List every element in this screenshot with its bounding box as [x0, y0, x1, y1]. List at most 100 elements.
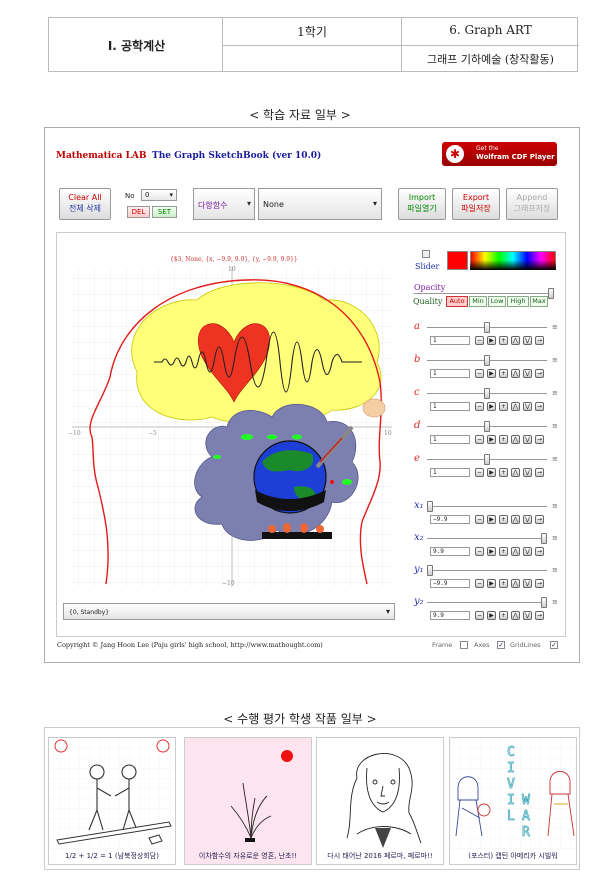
expand-icon[interactable]: ≡: [552, 422, 558, 430]
arrow-right-icon[interactable]: →: [535, 435, 544, 444]
play-icon[interactable]: ▶: [487, 435, 496, 444]
down-icon[interactable]: ⋁: [523, 515, 532, 524]
param-value-field[interactable]: 1: [430, 336, 470, 345]
param-slider-thumb[interactable]: [484, 355, 490, 366]
plus-icon[interactable]: +: [499, 402, 508, 411]
expand-icon[interactable]: ≡: [552, 455, 558, 463]
up-icon[interactable]: ⋀: [511, 515, 520, 524]
minus-icon[interactable]: −: [475, 336, 484, 345]
play-icon[interactable]: ▶: [487, 468, 496, 477]
minus-icon[interactable]: −: [475, 369, 484, 378]
opacity-slider[interactable]: [414, 293, 554, 294]
play-icon[interactable]: ▶: [487, 515, 496, 524]
arrow-right-icon[interactable]: →: [535, 369, 544, 378]
expand-icon[interactable]: ≡: [552, 389, 558, 397]
minus-icon[interactable]: −: [475, 579, 484, 588]
range-value-field[interactable]: 9.9: [430, 547, 470, 556]
range-slider-thumb[interactable]: [541, 597, 547, 608]
param-value-field[interactable]: 1: [430, 468, 470, 477]
set-button[interactable]: SET: [152, 206, 177, 218]
range-value-field[interactable]: 9.9: [430, 611, 470, 620]
down-icon[interactable]: ⋁: [523, 611, 532, 620]
expand-icon[interactable]: ≡: [552, 502, 558, 510]
minus-icon[interactable]: −: [475, 402, 484, 411]
expand-icon[interactable]: ≡: [552, 323, 558, 331]
plus-icon[interactable]: +: [499, 336, 508, 345]
play-icon[interactable]: ▶: [487, 402, 496, 411]
down-icon[interactable]: ⋁: [523, 579, 532, 588]
cdf-player-button[interactable]: ✱ Get the Wolfram CDF Player: [442, 142, 557, 166]
quality-option-high[interactable]: High: [507, 296, 529, 307]
expand-icon[interactable]: ≡: [552, 566, 558, 574]
arrow-right-icon[interactable]: →: [535, 468, 544, 477]
expand-icon[interactable]: ≡: [552, 534, 558, 542]
arrow-right-icon[interactable]: →: [535, 547, 544, 556]
range-slider[interactable]: [427, 570, 547, 571]
work-thumb-fermat[interactable]: [316, 737, 444, 865]
param-slider-thumb[interactable]: [484, 322, 490, 333]
status-select[interactable]: {0, Standby} ▾: [63, 603, 395, 620]
down-icon[interactable]: ⋁: [523, 369, 532, 378]
arrow-right-icon[interactable]: →: [535, 611, 544, 620]
range-value-field[interactable]: −9.9: [430, 579, 470, 588]
play-icon[interactable]: ▶: [487, 336, 496, 345]
down-icon[interactable]: ⋁: [523, 336, 532, 345]
range-slider-thumb[interactable]: [427, 501, 433, 512]
down-icon[interactable]: ⋁: [523, 435, 532, 444]
up-icon[interactable]: ⋀: [511, 336, 520, 345]
work-thumb-orchid[interactable]: [184, 737, 312, 865]
arrow-right-icon[interactable]: →: [535, 515, 544, 524]
quality-option-min[interactable]: Min: [469, 296, 487, 307]
range-slider-thumb[interactable]: [427, 565, 433, 576]
slider-checkbox[interactable]: [422, 250, 430, 258]
minus-icon[interactable]: −: [475, 515, 484, 524]
plus-icon[interactable]: +: [499, 611, 508, 620]
param-value-field[interactable]: 1: [430, 402, 470, 411]
expand-icon[interactable]: ≡: [552, 356, 558, 364]
up-icon[interactable]: ⋀: [511, 369, 520, 378]
range-slider[interactable]: [427, 602, 547, 603]
quality-option-auto[interactable]: Auto: [446, 296, 468, 307]
expand-icon[interactable]: ≡: [552, 598, 558, 606]
minus-icon[interactable]: −: [475, 435, 484, 444]
quality-option-low[interactable]: Low: [488, 296, 506, 307]
opacity-thumb[interactable]: [548, 288, 554, 299]
clear-all-button[interactable]: Clear All 전체 삭제: [59, 188, 111, 220]
plus-icon[interactable]: +: [499, 547, 508, 556]
append-button[interactable]: Append 그래프저장: [506, 188, 558, 220]
play-icon[interactable]: ▶: [487, 579, 496, 588]
work-thumb-civilwar[interactable]: C I V I L W A R: [449, 737, 577, 865]
play-icon[interactable]: ▶: [487, 547, 496, 556]
range-slider[interactable]: [427, 538, 547, 539]
color-swatch[interactable]: [447, 251, 468, 270]
up-icon[interactable]: ⋀: [511, 435, 520, 444]
up-icon[interactable]: ⋀: [511, 468, 520, 477]
minus-icon[interactable]: −: [475, 611, 484, 620]
graph-canvas[interactable]: 10 −10 −10 −5 5 10 5 −5: [62, 262, 402, 592]
range-slider-thumb[interactable]: [541, 533, 547, 544]
up-icon[interactable]: ⋀: [511, 611, 520, 620]
work-thumb-handshake[interactable]: [48, 737, 176, 865]
param-slider-thumb[interactable]: [484, 421, 490, 432]
play-icon[interactable]: ▶: [487, 369, 496, 378]
function-type-select[interactable]: 다항함수 ▾: [193, 188, 255, 220]
axes-checkbox[interactable]: ✓: [497, 641, 505, 649]
arrow-right-icon[interactable]: →: [535, 579, 544, 588]
up-icon[interactable]: ⋀: [511, 402, 520, 411]
minus-icon[interactable]: −: [475, 547, 484, 556]
range-slider[interactable]: [427, 506, 547, 507]
down-icon[interactable]: ⋁: [523, 468, 532, 477]
minus-icon[interactable]: −: [475, 468, 484, 477]
arrow-right-icon[interactable]: →: [535, 402, 544, 411]
import-button[interactable]: Import 파일열기: [398, 188, 446, 220]
quality-option-max[interactable]: Max: [530, 296, 548, 307]
param-value-field[interactable]: 1: [430, 435, 470, 444]
frame-checkbox[interactable]: [460, 641, 468, 649]
no-select[interactable]: 0 ▾: [141, 189, 177, 201]
up-icon[interactable]: ⋀: [511, 579, 520, 588]
down-icon[interactable]: ⋁: [523, 402, 532, 411]
gridlines-checkbox[interactable]: ✓: [550, 641, 558, 649]
plus-icon[interactable]: +: [499, 579, 508, 588]
export-button[interactable]: Export 파일저장: [452, 188, 500, 220]
plus-icon[interactable]: +: [499, 515, 508, 524]
